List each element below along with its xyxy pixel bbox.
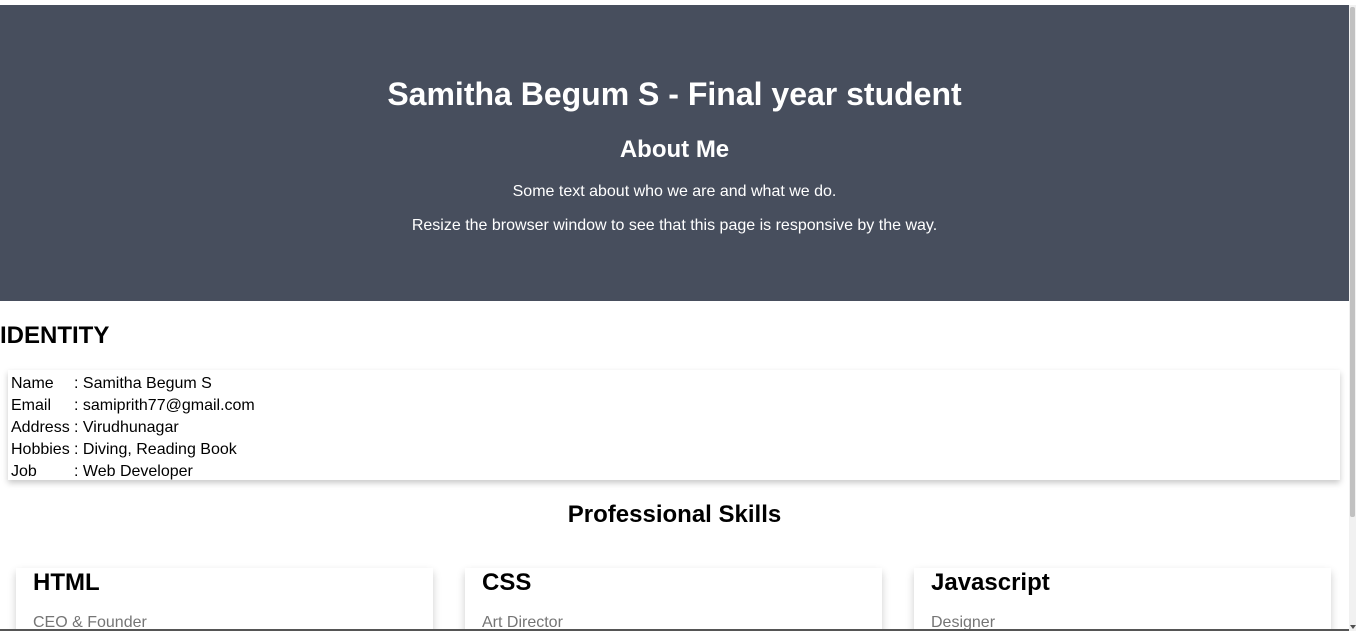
identity-value: : Virudhunagar	[74, 419, 179, 436]
vertical-scrollbar[interactable]	[1349, 5, 1356, 631]
identity-heading: IDENTITY	[0, 322, 110, 349]
page-content: Samitha Begum S - Final year student Abo…	[0, 5, 1349, 631]
identity-row-job: Job : Web Developer	[11, 461, 255, 483]
identity-label: Name	[11, 375, 54, 392]
identity-value: : Web Developer	[74, 463, 193, 480]
skill-card-css: CSS Art Director	[465, 568, 882, 631]
identity-table: Name : Samitha Begum S Email : samiprith…	[11, 373, 255, 483]
identity-value: : Diving, Reading Book	[74, 441, 237, 458]
skill-name: Javascript	[931, 569, 1050, 596]
skill-name: CSS	[482, 569, 532, 596]
browser-viewport: Samitha Begum S - Final year student Abo…	[0, 0, 1356, 631]
identity-value: : samiprith77@gmail.com	[74, 397, 255, 414]
about-me-heading: About Me	[619, 136, 730, 163]
identity-label: Email	[11, 397, 52, 414]
identity-value: : Samitha Begum S	[74, 375, 212, 392]
identity-row-name: Name : Samitha Begum S	[11, 373, 255, 395]
skills-heading: Professional Skills	[567, 501, 782, 528]
identity-row-address: Address : Virudhunagar	[11, 417, 255, 439]
identity-label: Address	[11, 419, 70, 436]
skill-name: HTML	[33, 569, 100, 596]
about-section: Samitha Begum S - Final year student Abo…	[0, 5, 1349, 301]
identity-label: Hobbies	[11, 441, 70, 458]
about-paragraph-1: Some text about who we are and what we d…	[512, 183, 837, 200]
identity-row-hobbies: Hobbies : Diving, Reading Book	[11, 439, 255, 461]
scroll-down-arrow-icon[interactable]	[1350, 625, 1356, 629]
identity-label: Job	[11, 463, 37, 480]
identity-row-email: Email : samiprith77@gmail.com	[11, 395, 255, 417]
identity-card: Name : Samitha Begum S Email : samiprith…	[8, 370, 1340, 480]
scrollbar-thumb[interactable]	[1350, 7, 1355, 517]
about-paragraph-2: Resize the browser window to see that th…	[411, 217, 938, 234]
skill-card-html: HTML CEO & Founder	[16, 568, 433, 631]
skill-card-javascript: Javascript Designer	[914, 568, 1331, 631]
page-title: Samitha Begum S - Final year student	[387, 76, 962, 112]
